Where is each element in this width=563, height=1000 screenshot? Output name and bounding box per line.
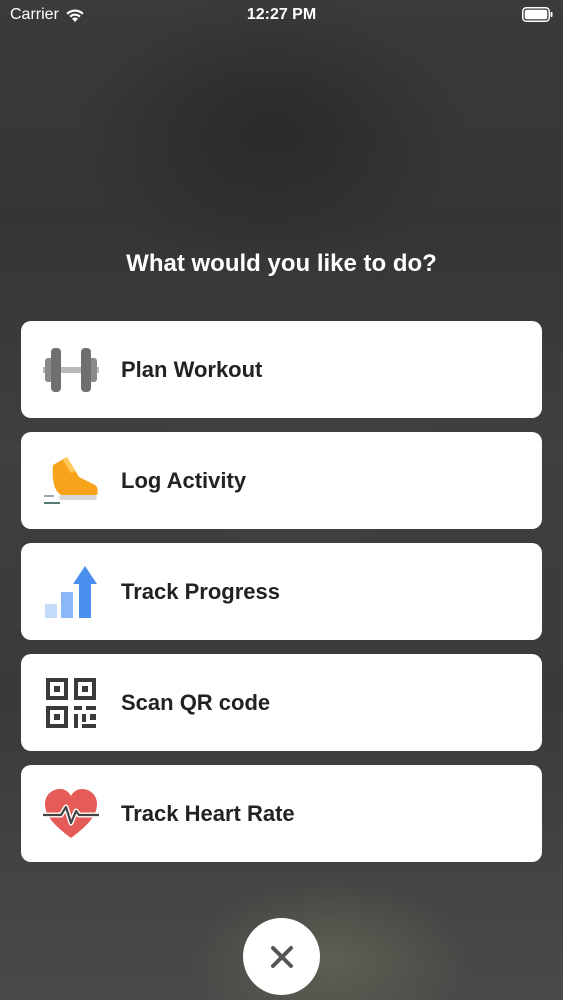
menu-item-track-progress[interactable]: Track Progress [21,543,542,640]
close-icon [270,945,293,968]
menu-item-label: Scan QR code [121,689,271,715]
status-time: 12:27 PM [246,6,317,23]
menu-item-track-heart-rate[interactable]: Track Heart Rate [21,765,542,862]
close-button[interactable] [243,918,320,995]
prompt-heading: What would you like to do? [126,250,437,277]
qr-code-icon [41,673,101,733]
heart-rate-icon [41,784,101,844]
bar-chart-arrow-icon [41,562,101,622]
menu-item-scan-qr-code[interactable]: Scan QR code [21,654,542,751]
menu-item-label: Plan Workout [121,356,263,382]
menu-item-label: Track Progress [121,578,280,604]
battery-icon [522,7,553,22]
dumbbell-icon [41,340,101,400]
menu-item-plan-workout[interactable]: Plan Workout [21,321,542,418]
menu-item-label: Log Activity [121,467,247,493]
status-bar: Carrier 12:27 PM [0,0,563,30]
menu-item-label: Track Heart Rate [121,800,295,826]
menu-item-log-activity[interactable]: Log Activity [21,432,542,529]
running-shoe-icon [41,451,101,511]
action-menu: Plan Workout Log Activity Track Progress [21,321,542,876]
